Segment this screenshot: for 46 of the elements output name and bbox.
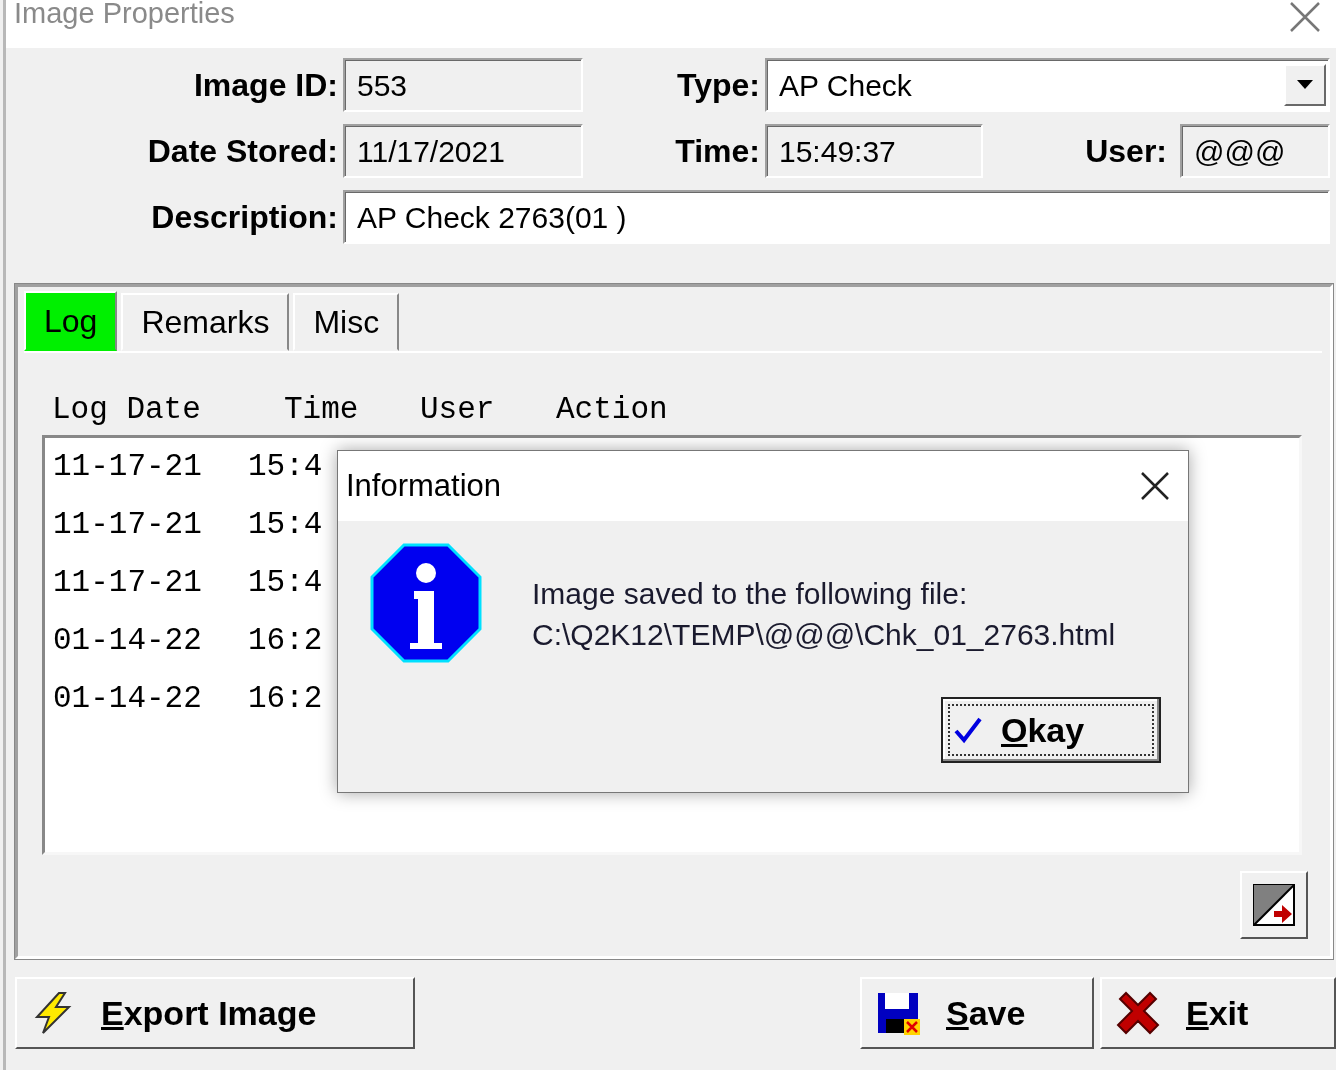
log-date-cell-text: 01-14-22 [53,621,203,660]
dropdown-arrow-icon [1297,80,1313,90]
field-label: Description: [150,198,339,237]
checkmark-icon [953,715,983,745]
column-header: Log Date [52,390,202,429]
export-button[interactable]: Export Image [15,977,415,1049]
field-label: Date Stored: [146,132,339,171]
readonly-field: 15:49:37 [765,124,983,178]
log-time-cell-text: 15:4 [248,563,323,602]
log-time-cell-text: 15:4 [248,447,323,486]
tab[interactable]: Remarks [121,293,290,351]
log-date-cell-text: 01-14-22 [53,679,203,718]
dialog-message: Image saved to the following file: [532,576,969,612]
close-icon [1288,0,1322,34]
corner-button[interactable] [1240,871,1308,939]
readonly-field: 11/17/2021 [343,124,583,178]
log-time-cell-text: 16:2 [248,621,323,660]
close-icon [1140,471,1170,501]
readonly-field: @@@ [1180,124,1330,178]
readonly-field: 553 [343,58,583,112]
dialog-message: C:\Q2K12\TEMP\@@@\Chk_01_2763.html [532,617,1116,653]
log-date-cell-text: 11-17-21 [53,505,203,544]
page-arrow-icon [1252,883,1296,927]
field-label: User: [1084,132,1168,171]
description-field[interactable]: AP Check 2763(01 ) [343,190,1330,244]
log-time-cell-text: 16:2 [248,679,323,718]
dialog-title: Information [346,466,502,505]
exit-button[interactable]: Exit [1100,977,1336,1049]
column-header: Action [556,390,669,429]
tab[interactable]: Log [24,291,118,351]
okay-button[interactable]: Okay [941,697,1161,763]
field-label: Image ID: [192,66,339,105]
field-label: Type: [676,66,761,105]
window-title: Image Properties [14,0,235,28]
tab[interactable]: Misc [293,293,400,351]
log-date-cell-text: 11-17-21 [53,563,203,602]
type-dropdown[interactable]: AP Check [765,58,1330,112]
field-label: Time: [674,132,761,171]
save-button[interactable]: Save [860,977,1094,1049]
log-date-cell-text: 11-17-21 [53,447,203,486]
info-icon [370,543,482,663]
x-cross-icon [1116,991,1160,1035]
column-header: User [420,390,496,429]
log-time-cell-text: 15:4 [248,505,323,544]
dropdown-value: AP Check [779,67,912,104]
column-header: Time [284,390,360,429]
